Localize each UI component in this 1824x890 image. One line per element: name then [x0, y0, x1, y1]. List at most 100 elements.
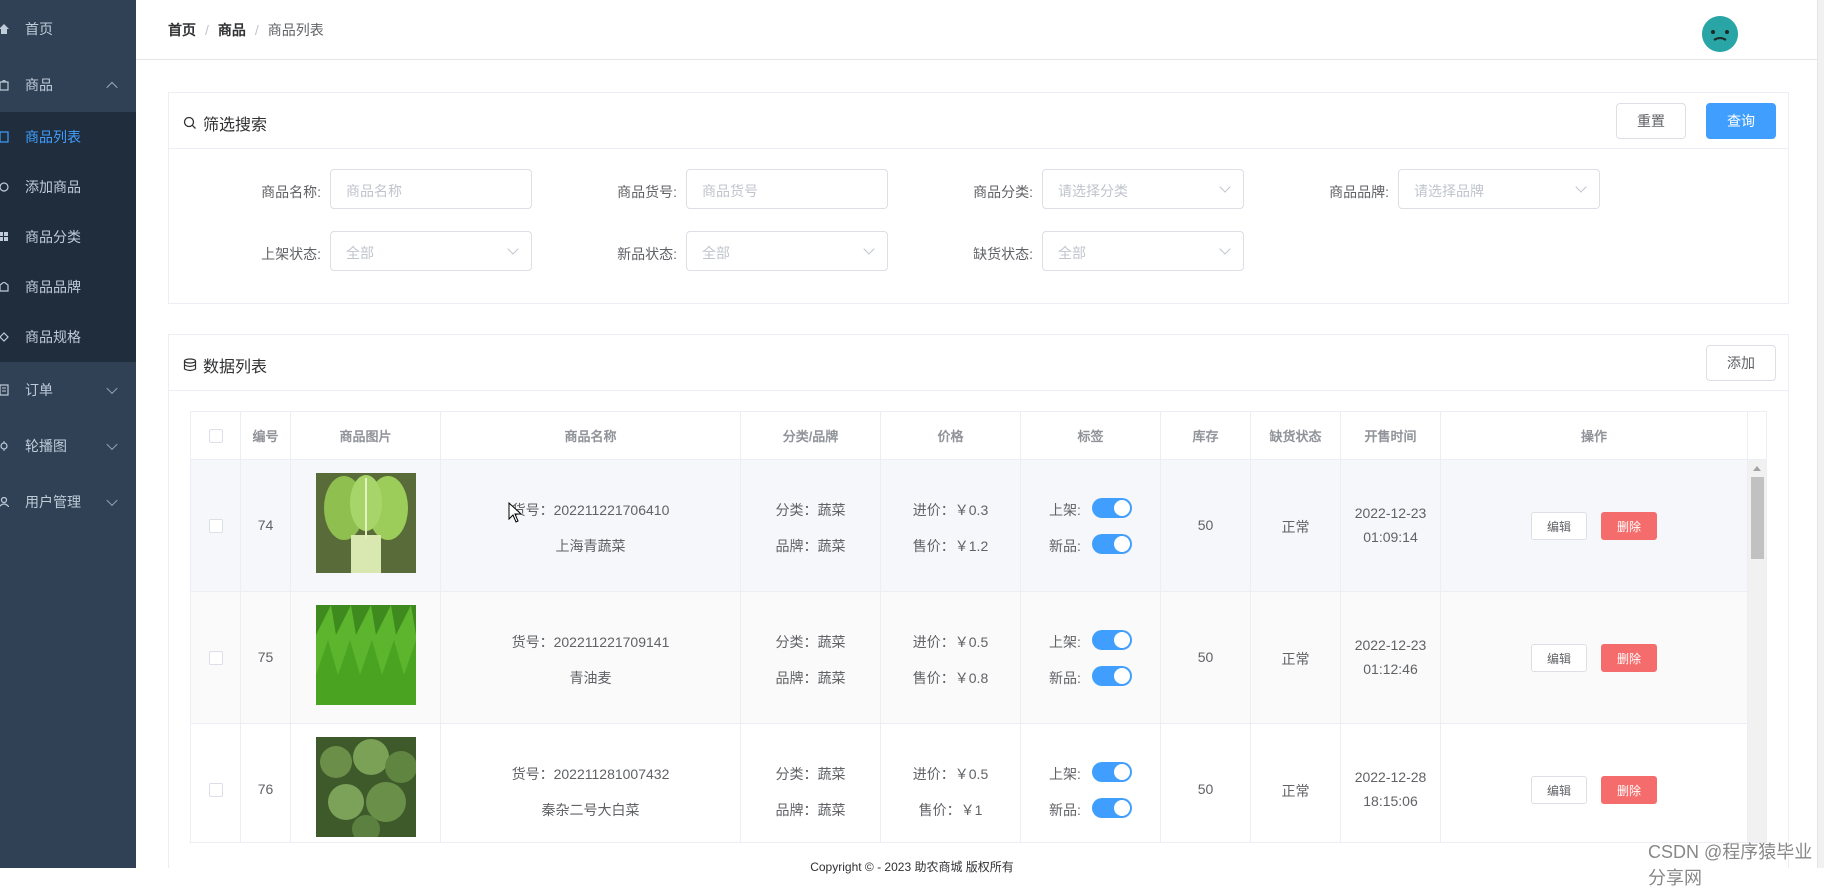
table-row[interactable]: 76 货号：202211281007432 秦杂二号大白菜 分类：蔬菜 品牌：蔬… — [191, 724, 1748, 842]
stock-status: 正常 — [1281, 519, 1310, 535]
sidebar-item-brand[interactable]: 商品品牌 — [0, 262, 136, 312]
column-header-image: 商品图片 — [291, 412, 441, 460]
product-sku-label: 商品货号: — [617, 184, 677, 200]
table-row[interactable]: 75 货号：202211221709141 青油麦 分类：蔬菜 品牌：蔬菜 进价… — [191, 592, 1748, 724]
edit-button[interactable]: 编辑 — [1531, 776, 1587, 804]
onsale-switch[interactable] — [1092, 762, 1132, 782]
cost-price: 进价：￥0.5 — [912, 766, 989, 782]
column-header-id: 编号 — [241, 412, 291, 460]
table-row[interactable]: 74 货号：202211221706410 上海青蔬菜 分类：蔬菜 品牌：蔬菜 … — [191, 460, 1748, 592]
breadcrumb-current: 商品列表 — [267, 22, 324, 38]
sidebar-item-order[interactable]: 订单 — [0, 365, 136, 415]
sidebar-item-add-goods[interactable]: 添加商品 — [0, 162, 136, 212]
product-name: 秦杂二号大白菜 — [541, 802, 640, 818]
avatar[interactable] — [1702, 16, 1738, 52]
row-checkbox[interactable] — [209, 651, 223, 665]
new-tag-label: 新品: — [1049, 802, 1081, 818]
new-status-label: 新品状态: — [617, 246, 677, 262]
sidebar-item-goods-list[interactable]: 商品列表 — [0, 112, 136, 162]
sidebar-item-home[interactable]: 首页 — [0, 4, 136, 54]
select-all-header — [191, 412, 241, 460]
product-sku-input[interactable]: 商品货号 — [686, 169, 888, 209]
sale-date: 2022-12-28 — [1354, 769, 1427, 785]
stock-status: 正常 — [1281, 651, 1310, 667]
breadcrumb-goods[interactable]: 商品 — [218, 22, 246, 38]
new-status-select[interactable]: 全部 — [686, 231, 888, 271]
column-header-actions: 操作 — [1441, 412, 1748, 460]
sidebar-item-category[interactable]: 商品分类 — [0, 212, 136, 262]
sale-date: 2022-12-23 — [1354, 505, 1427, 521]
data-list-title: 数据列表 — [183, 353, 267, 377]
row-id: 74 — [257, 517, 274, 533]
row-checkbox[interactable] — [209, 519, 223, 533]
add-button[interactable]: 添加 — [1706, 345, 1776, 381]
sale-time: 01:09:14 — [1363, 529, 1418, 545]
sidebar-item-goods[interactable]: 商品 — [0, 60, 136, 110]
list-icon — [0, 130, 10, 144]
query-button[interactable]: 查询 — [1706, 103, 1776, 139]
header-gutter — [1748, 412, 1766, 460]
reset-button[interactable]: 重置 — [1616, 103, 1686, 139]
chevron-down-icon — [507, 243, 519, 255]
sidebar-item-carousel[interactable]: 轮播图 — [0, 421, 136, 471]
chevron-down-icon — [1219, 181, 1231, 193]
stock-value: 50 — [1197, 781, 1214, 797]
chevron-down-icon — [106, 494, 118, 507]
delete-button[interactable]: 删除 — [1601, 512, 1657, 540]
product-image — [316, 473, 416, 573]
footer: Copyright © - 2023 助农商城 版权所有 — [810, 860, 1014, 874]
new-switch[interactable] — [1092, 534, 1132, 554]
sidebar-item-label: 商品列表 — [25, 129, 81, 145]
onsale-switch[interactable] — [1092, 630, 1132, 650]
cost-price: 进价：￥0.5 — [912, 634, 989, 650]
product-image — [316, 737, 416, 837]
onsale-status-select[interactable]: 全部 — [330, 231, 532, 271]
filter-panel-header: 筛选搜索 重置 查询 — [169, 93, 1788, 149]
watermark: CSDN @程序猿毕业分享网 — [1648, 842, 1813, 888]
product-name-input[interactable]: 商品名称 — [330, 169, 532, 209]
sidebar-item-label: 商品品牌 — [25, 279, 81, 295]
sidebar-item-label: 商品规格 — [25, 329, 81, 345]
stock-status-select[interactable]: 全部 — [1042, 231, 1244, 271]
row-checkbox[interactable] — [209, 783, 223, 797]
edit-button[interactable]: 编辑 — [1531, 512, 1587, 540]
stock-value: 50 — [1197, 517, 1214, 533]
scrollbar-thumb[interactable] — [1751, 477, 1764, 559]
select-all-checkbox[interactable] — [209, 429, 223, 443]
product-name: 上海青蔬菜 — [555, 538, 626, 554]
edit-button[interactable]: 编辑 — [1531, 644, 1587, 672]
data-list-header: 数据列表 添加 — [169, 335, 1788, 391]
category-select[interactable]: 请选择分类 — [1042, 169, 1244, 209]
new-switch[interactable] — [1092, 798, 1132, 818]
product-sku: 货号：202211221709141 — [511, 634, 670, 650]
chevron-down-icon — [1575, 181, 1587, 193]
table-scrollbar[interactable] — [1748, 460, 1766, 842]
new-switch[interactable] — [1092, 666, 1132, 686]
scroll-up-arrow-icon[interactable] — [1753, 466, 1761, 471]
column-header-category: 分类/品牌 — [741, 412, 881, 460]
sidebar-item-spec[interactable]: 商品规格 — [0, 312, 136, 362]
product-sku: 货号：202211221706410 — [511, 502, 670, 518]
delete-button[interactable]: 删除 — [1601, 644, 1657, 672]
sale-date: 2022-12-23 — [1354, 637, 1427, 653]
sidebar: 首页 商品 商品列表 添加商品 商品分类 商品品牌 商品规格 订单 轮播图 用户… — [0, 0, 136, 868]
page-scrollbar[interactable] — [1817, 0, 1824, 868]
product-brand: 品牌：蔬菜 — [775, 670, 846, 686]
product-category: 分类：蔬菜 — [775, 502, 846, 518]
delete-button[interactable]: 删除 — [1601, 776, 1657, 804]
brand-select[interactable]: 请选择品牌 — [1398, 169, 1600, 209]
sidebar-item-label: 用户管理 — [25, 494, 81, 510]
sidebar-item-label: 首页 — [25, 21, 53, 37]
product-image — [316, 605, 416, 705]
cost-price: 进价：￥0.3 — [912, 502, 989, 518]
onsale-switch[interactable] — [1092, 498, 1132, 518]
product-name-label: 商品名称: — [261, 184, 321, 200]
database-icon — [183, 358, 197, 372]
category-label: 商品分类: — [973, 184, 1033, 200]
sidebar-item-user-mgmt[interactable]: 用户管理 — [0, 477, 136, 527]
row-id: 75 — [257, 649, 274, 665]
breadcrumb-home[interactable]: 首页 — [168, 22, 196, 38]
chevron-down-icon — [106, 382, 118, 395]
product-category: 分类：蔬菜 — [775, 634, 846, 650]
sale-price: 售价：￥1 — [918, 802, 983, 818]
